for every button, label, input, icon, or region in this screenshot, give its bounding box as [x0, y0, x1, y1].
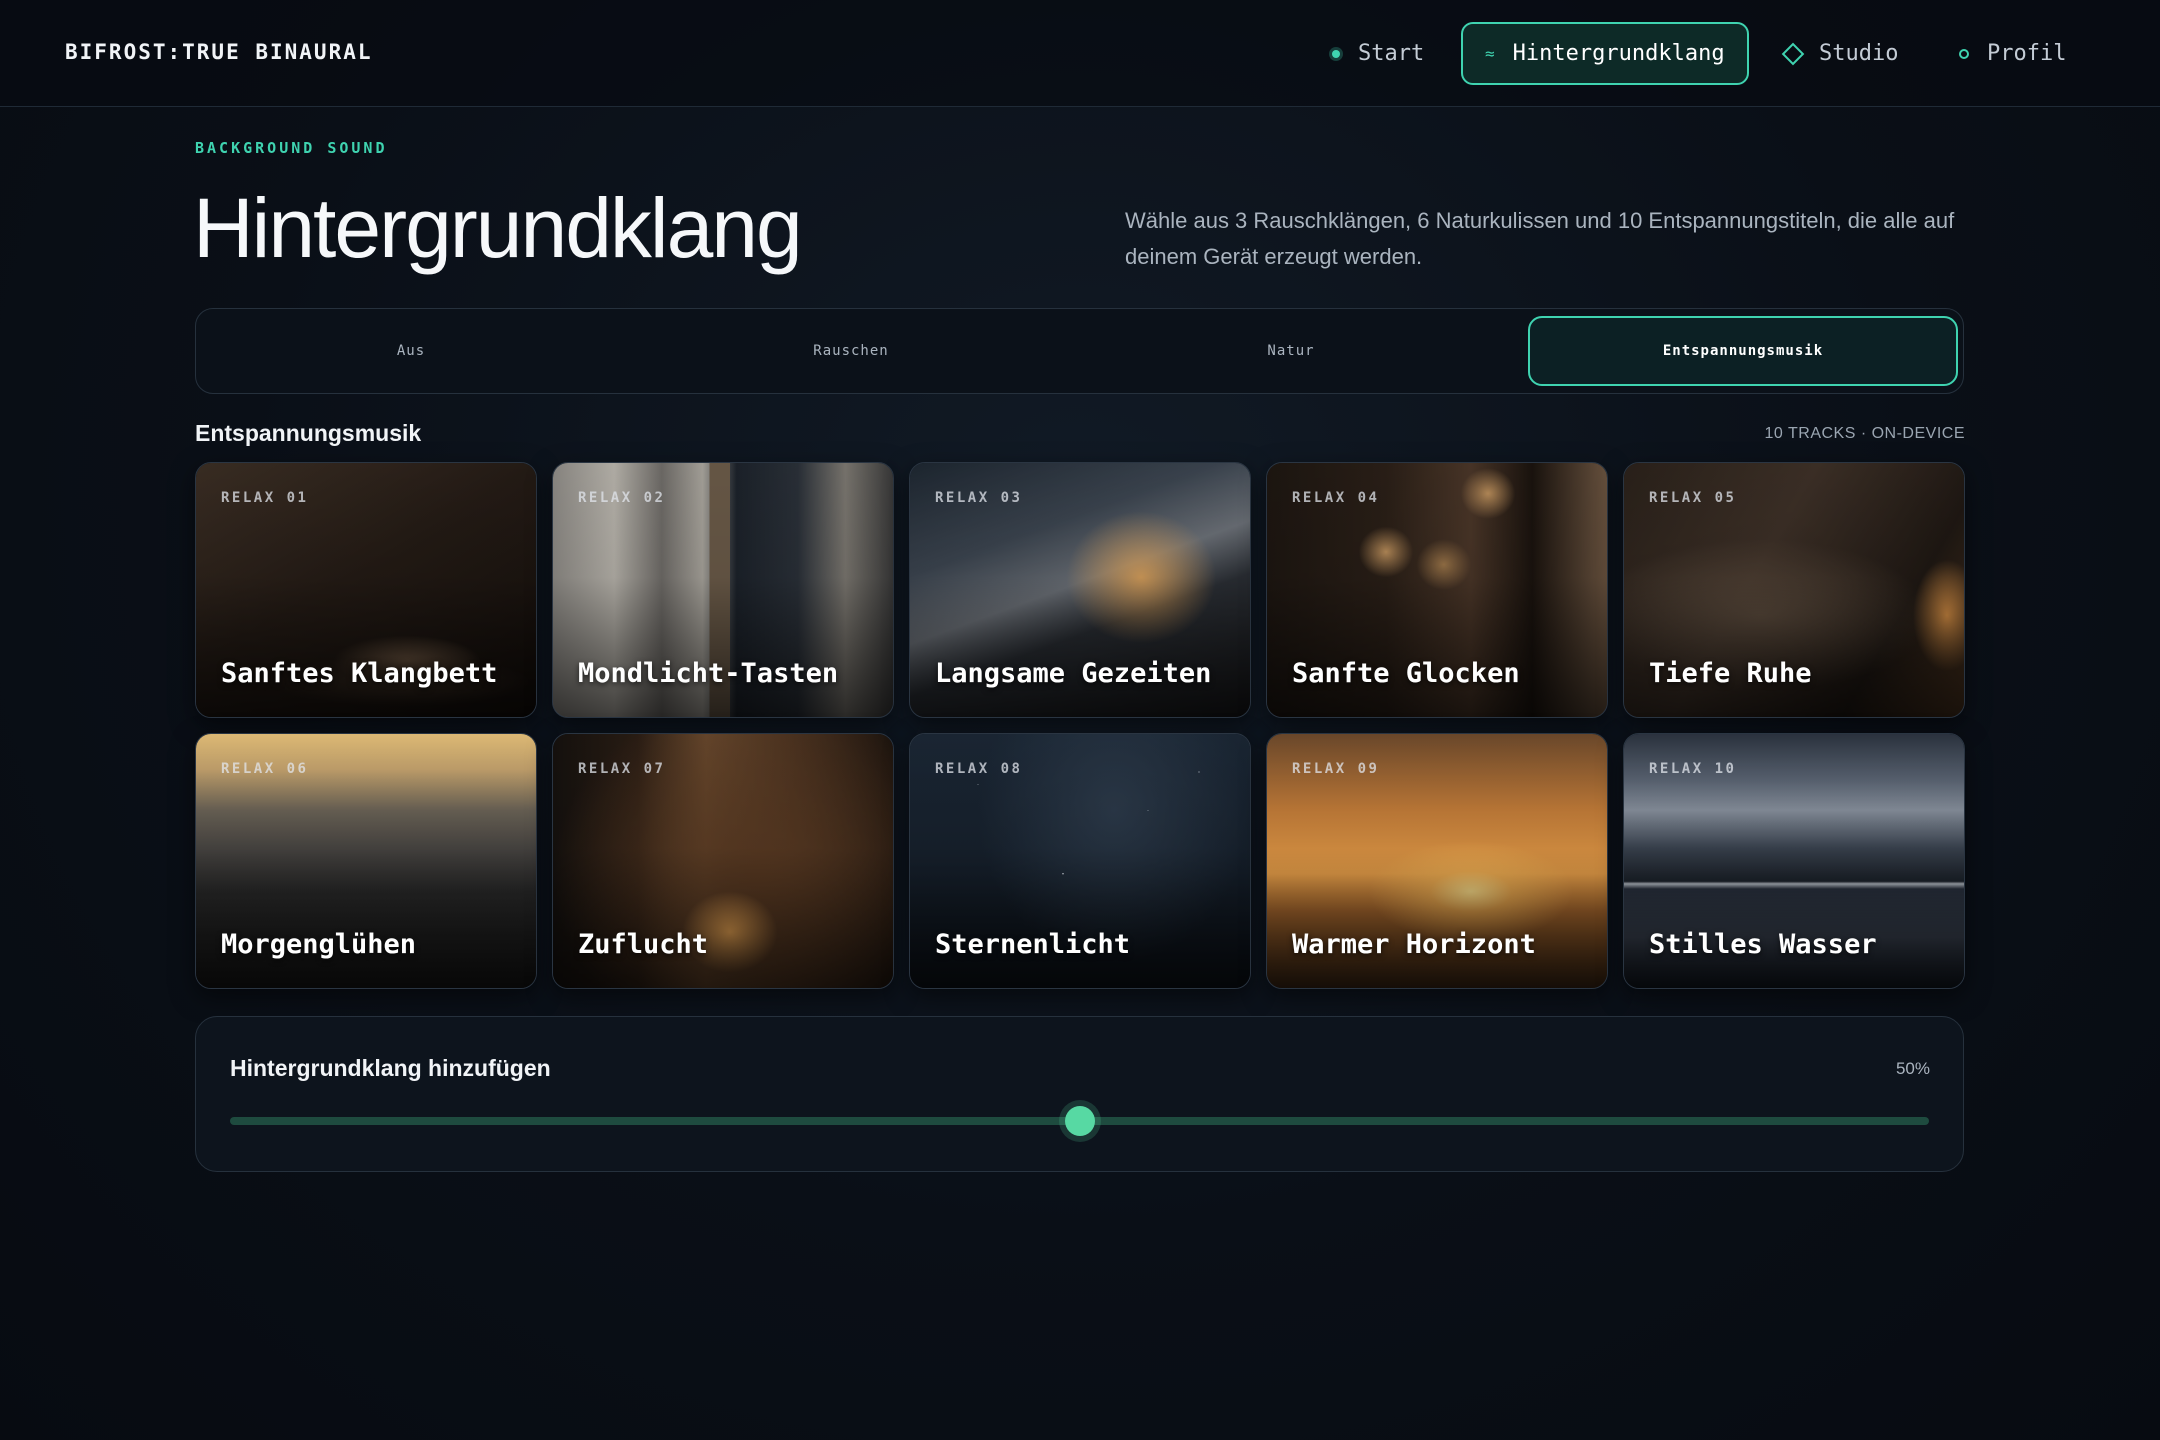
ring-icon — [1959, 48, 1969, 59]
track-tag: RELAX 09 — [1292, 761, 1380, 777]
mix-value: 50% — [1895, 1059, 1930, 1078]
track-card-relax-09[interactable]: RELAX 09 Warmer Horizont — [1266, 733, 1608, 989]
track-title: Morgenglühen — [221, 929, 417, 960]
nav-studio[interactable]: Studio — [1763, 22, 1920, 85]
page-title: Hintergrundklang — [193, 181, 803, 275]
track-title: Zuflucht — [578, 929, 709, 960]
track-card-relax-08[interactable]: RELAX 08 Sternenlicht — [909, 733, 1251, 989]
track-tag: RELAX 08 — [935, 761, 1023, 777]
track-title: Tiefe Ruhe — [1649, 658, 1812, 689]
track-tag: RELAX 07 — [578, 761, 666, 777]
eyebrow: BACKGROUND SOUND — [195, 139, 388, 157]
dot-icon — [1332, 49, 1340, 58]
track-card-relax-02[interactable]: RELAX 02 Mondlicht-Tasten — [552, 462, 894, 718]
nav-profil-label: Profil — [1987, 41, 2067, 66]
track-title: Sanftes Klangbett — [221, 658, 498, 689]
nav-hintergrundklang[interactable]: ≈ Hintergrundklang — [1461, 22, 1749, 85]
track-card-relax-01[interactable]: RELAX 01 Sanftes Klangbett — [195, 462, 537, 718]
top-bar: BIFROST:TRUE BINAURAL Start ≈ Hintergrun… — [0, 0, 2160, 107]
track-card-relax-04[interactable]: RELAX 04 Sanfte Glocken — [1266, 462, 1608, 718]
sound-type-tabs: Aus Rauschen Natur Entspannungsmusik — [195, 308, 1964, 394]
mix-label: Hintergrundklang hinzufügen — [230, 1055, 551, 1081]
nav-start-label: Start — [1358, 41, 1425, 66]
tab-entspannungsmusik[interactable]: Entspannungsmusik — [1528, 316, 1958, 386]
mix-slider-thumb[interactable] — [1064, 1106, 1095, 1136]
section-meta: 10 TRACKS · ON-DEVICE — [1764, 425, 1965, 442]
wave-icon: ≈ — [1485, 44, 1495, 63]
track-card-relax-10[interactable]: RELAX 10 Stilles Wasser — [1623, 733, 1965, 989]
page-description: Wähle aus 3 Rauschklängen, 6 Naturkuliss… — [1125, 208, 1955, 269]
diamond-icon — [1781, 42, 1805, 65]
nav-profil[interactable]: Profil — [1937, 22, 2088, 85]
brand-logo[interactable]: BIFROST:TRUE BINAURAL — [65, 40, 373, 64]
track-title: Sternenlicht — [935, 929, 1131, 960]
track-tag: RELAX 03 — [935, 490, 1023, 506]
track-title: Sanfte Glocken — [1292, 658, 1520, 689]
track-tag: RELAX 06 — [221, 761, 309, 777]
track-card-relax-07[interactable]: RELAX 07 Zuflucht — [552, 733, 894, 989]
track-tag: RELAX 04 — [1292, 490, 1380, 506]
track-title: Warmer Horizont — [1292, 929, 1536, 960]
section-title: Entspannungsmusik — [195, 420, 422, 446]
track-card-relax-03[interactable]: RELAX 03 Langsame Gezeiten — [909, 462, 1251, 718]
track-tag: RELAX 01 — [221, 490, 309, 506]
track-tag: RELAX 10 — [1649, 761, 1737, 777]
nav-studio-label: Studio — [1819, 41, 1899, 66]
track-card-relax-06[interactable]: RELAX 06 Morgenglühen — [195, 733, 537, 989]
background-mix-panel: Hintergrundklang hinzufügen 50% — [195, 1016, 1964, 1172]
track-title: Stilles Wasser — [1649, 929, 1877, 960]
track-title: Mondlicht-Tasten — [578, 658, 839, 689]
tab-natur[interactable]: Natur — [1076, 316, 1506, 386]
nav-start[interactable]: Start — [1310, 22, 1446, 85]
mix-slider-track[interactable] — [230, 1106, 1929, 1136]
tab-aus[interactable]: Aus — [196, 316, 626, 386]
track-tag: RELAX 05 — [1649, 490, 1737, 506]
track-tag: RELAX 02 — [578, 490, 666, 506]
tab-rauschen[interactable]: Rauschen — [636, 316, 1066, 386]
track-title: Langsame Gezeiten — [935, 658, 1212, 689]
track-card-relax-05[interactable]: RELAX 05 Tiefe Ruhe — [1623, 462, 1965, 718]
nav-hintergrundklang-label: Hintergrundklang — [1512, 41, 1725, 66]
